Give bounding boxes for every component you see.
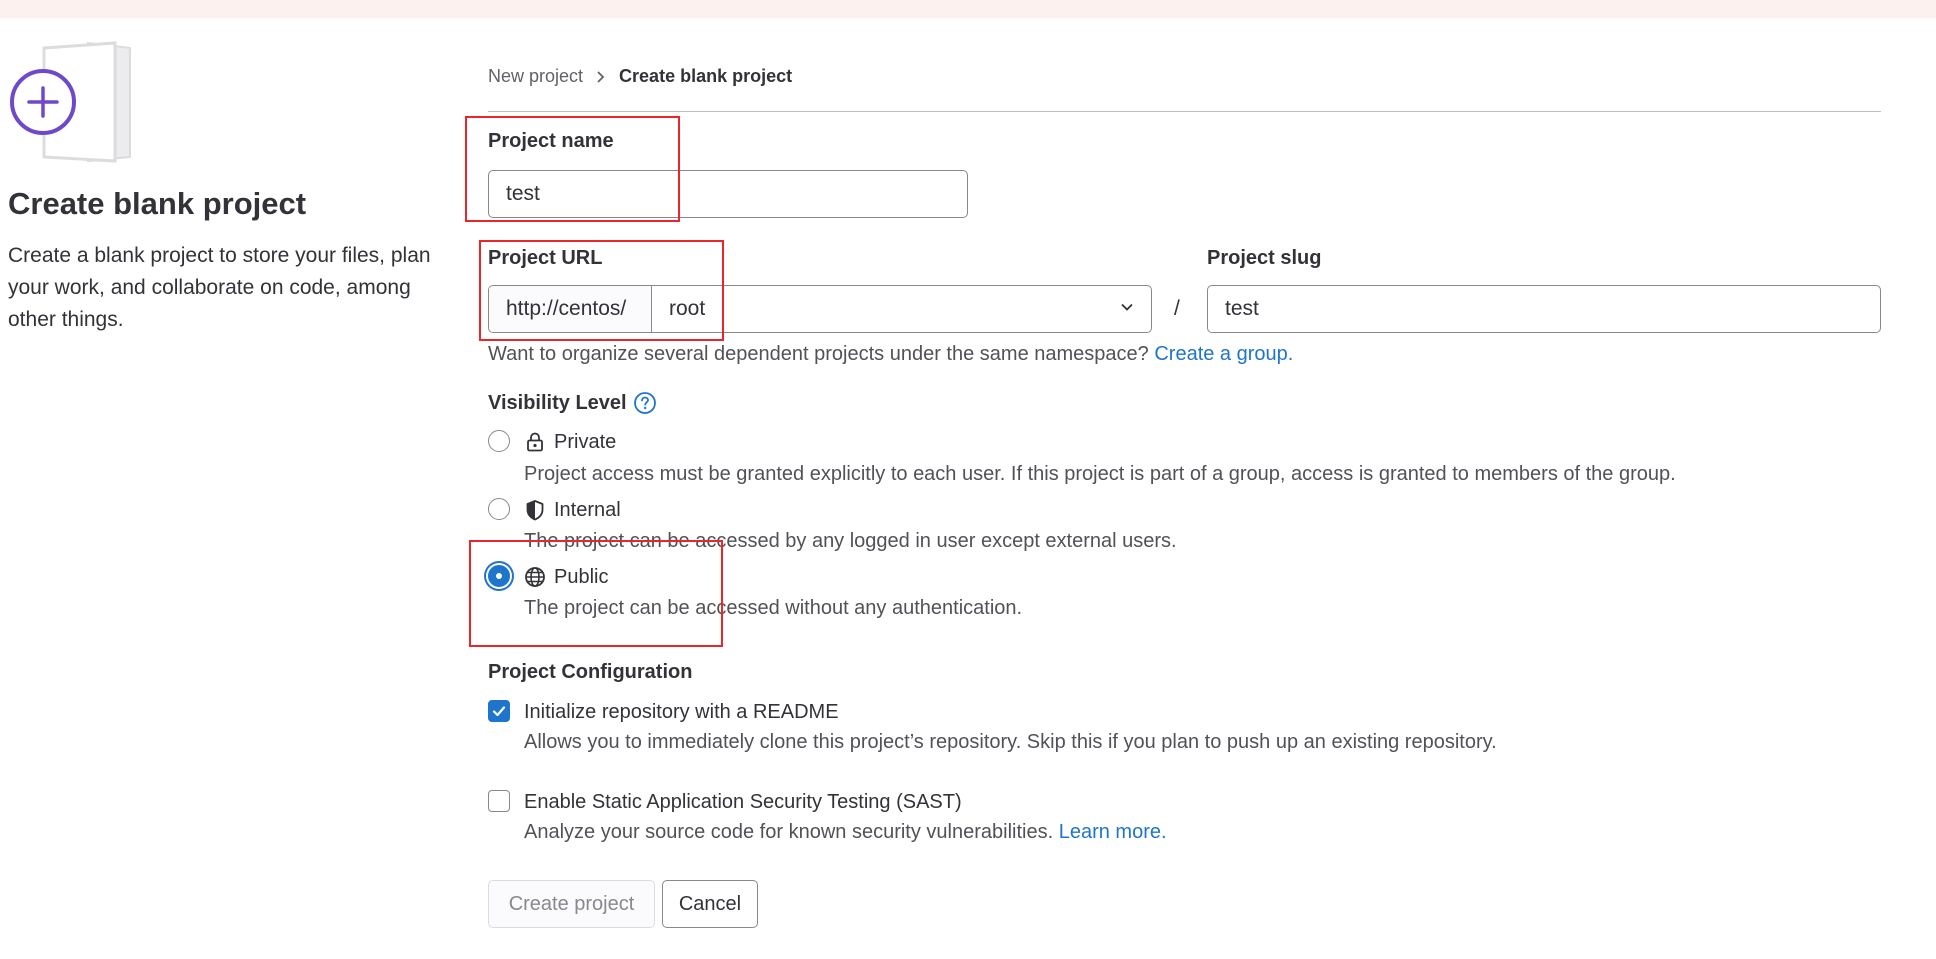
sast-label: Enable Static Application Security Testi… (524, 791, 962, 813)
visibility-public-label: Public (554, 566, 609, 588)
project-slug-label: Project slug (1207, 247, 1322, 269)
project-configuration-label: Project Configuration (488, 661, 693, 683)
project-name-label: Project name (488, 130, 614, 152)
learn-more-link[interactable]: Learn more. (1059, 821, 1167, 843)
url-prefix: http://centos/ (489, 286, 652, 332)
lock-icon (524, 431, 546, 453)
visibility-private-description: Project access must be granted explicitl… (524, 463, 1676, 485)
left-panel-description: Create a blank project to store your fil… (8, 244, 431, 331)
namespace-value: root (669, 297, 706, 320)
annotation-box-public (469, 540, 723, 647)
visibility-internal-label: Internal (554, 499, 621, 521)
readme-checkbox[interactable] (488, 700, 510, 722)
header-divider (488, 111, 1881, 112)
breadcrumb: New project Create blank project (488, 66, 792, 87)
sast-checkbox[interactable] (488, 790, 510, 812)
breadcrumb-new-project[interactable]: New project (488, 66, 583, 87)
readme-help: Allows you to immediately clone this pro… (524, 731, 1497, 753)
namespace-select[interactable]: root (652, 286, 1151, 332)
namespace-help: Want to organize several dependent proje… (488, 343, 1293, 366)
project-name-input[interactable] (488, 170, 968, 218)
breadcrumb-current: Create blank project (619, 66, 793, 86)
visibility-level-label: Visibility Level (488, 391, 627, 414)
cancel-button[interactable]: Cancel (662, 880, 758, 928)
shield-icon (524, 499, 546, 521)
top-banner (0, 0, 1936, 18)
visibility-level-label-row: Visibility Level (488, 391, 657, 415)
visibility-private-label: Private (554, 431, 617, 453)
sast-help: Analyze your source code for known secur… (524, 821, 1167, 844)
namespace-help-text: Want to organize several dependent proje… (488, 343, 1149, 365)
url-slash: / (1174, 297, 1180, 320)
visibility-radio-private[interactable] (488, 430, 510, 452)
project-url-group: http://centos/ root (488, 285, 1152, 333)
chevron-down-icon (1119, 297, 1135, 321)
sast-help-text: Analyze your source code for known secur… (524, 821, 1054, 843)
chevron-right-icon (595, 70, 607, 84)
question-circle-icon[interactable] (633, 391, 657, 415)
visibility-public-description: The project can be accessed without any … (524, 597, 1023, 619)
visibility-internal-description: The project can be accessed by any logge… (524, 530, 1177, 552)
create-project-button[interactable]: Create project (488, 880, 655, 928)
blank-project-illustration (8, 40, 138, 165)
create-group-link[interactable]: Create a group. (1154, 343, 1293, 365)
globe-icon (524, 566, 546, 588)
left-panel-title: Create blank project (8, 186, 307, 221)
project-slug-input[interactable] (1207, 285, 1881, 333)
readme-label: Initialize repository with a README (524, 701, 839, 723)
project-url-label: Project URL (488, 247, 603, 269)
visibility-radio-public[interactable] (488, 565, 510, 587)
visibility-radio-internal[interactable] (488, 498, 510, 520)
